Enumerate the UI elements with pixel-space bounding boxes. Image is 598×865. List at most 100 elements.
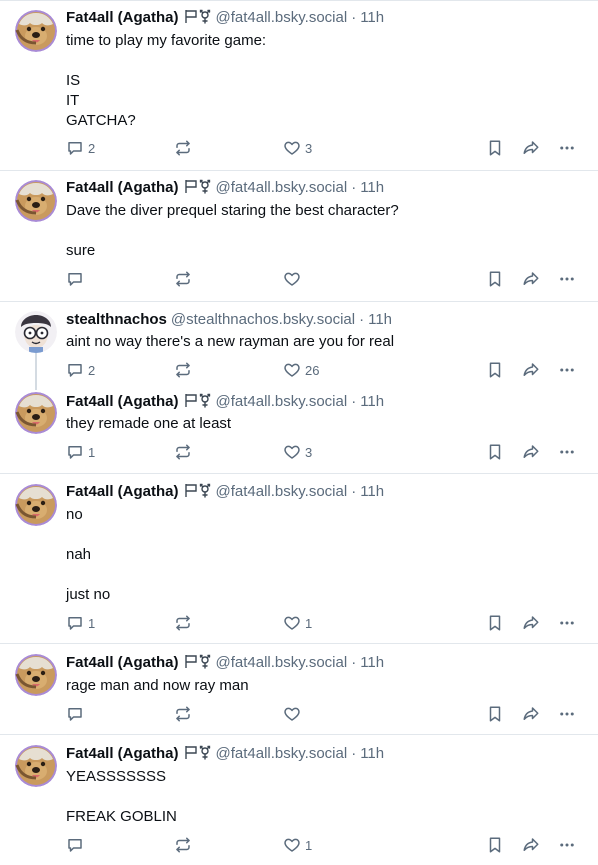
like-button[interactable]: 1: [283, 835, 312, 855]
share-button[interactable]: [522, 613, 540, 633]
dog-avatar[interactable]: [15, 10, 57, 52]
post-4[interactable]: Fat4all (Agatha) @fat4all.bsky.social · 11h…: [0, 473, 598, 643]
like-button[interactable]: 1: [283, 613, 312, 633]
post-0[interactable]: Fat4all (Agatha) @fat4all.bsky.social · 11h…: [0, 0, 598, 170]
like-button[interactable]: 3: [283, 442, 312, 462]
reply-button[interactable]: 1: [66, 613, 95, 633]
share-button[interactable]: [522, 835, 540, 855]
flair: [184, 179, 212, 199]
heart-icon: [283, 270, 301, 288]
bookmark-button[interactable]: [486, 835, 504, 855]
reply-button[interactable]: 2: [66, 138, 95, 158]
dog-avatar[interactable]: [15, 654, 57, 696]
timestamp[interactable]: 11h: [360, 393, 384, 410]
like-button[interactable]: 3: [283, 138, 312, 158]
more-options-button[interactable]: [558, 269, 576, 289]
dog-avatar[interactable]: [15, 484, 57, 526]
timestamp[interactable]: 11h: [360, 9, 384, 26]
reply-button[interactable]: 2: [66, 360, 95, 380]
handle[interactable]: @fat4all.bsky.social: [216, 654, 348, 671]
reply-icon: [66, 361, 84, 379]
like-button[interactable]: [283, 269, 301, 289]
handle[interactable]: @fat4all.bsky.social: [216, 483, 348, 500]
post-feed: Fat4all (Agatha) @fat4all.bsky.social · 11h…: [0, 0, 598, 865]
handle[interactable]: @fat4all.bsky.social: [216, 393, 348, 410]
dog-avatar[interactable]: [15, 745, 57, 787]
dog-avatar[interactable]: [15, 392, 57, 434]
more-icon: [558, 614, 576, 632]
handle[interactable]: @fat4all.bsky.social: [216, 179, 348, 196]
display-name[interactable]: Fat4all (Agatha): [66, 745, 179, 762]
handle[interactable]: @fat4all.bsky.social: [216, 745, 348, 762]
share-button[interactable]: [522, 138, 540, 158]
share-icon: [522, 614, 540, 632]
reply-icon: [66, 705, 84, 723]
bookmark-button[interactable]: [486, 442, 504, 462]
post-2[interactable]: stealthnachos @stealthnachos.bsky.social ·…: [0, 301, 598, 385]
like-button[interactable]: 26: [283, 360, 319, 380]
gender-symbol-icon: [199, 483, 211, 498]
reply-button[interactable]: [66, 835, 84, 855]
dog-avatar[interactable]: [15, 180, 57, 222]
display-name[interactable]: Fat4all (Agatha): [66, 654, 179, 671]
bookmark-icon: [486, 443, 504, 461]
bookmark-button[interactable]: [486, 138, 504, 158]
repost-button[interactable]: [174, 835, 192, 855]
share-button[interactable]: [522, 704, 540, 724]
bookmark-button[interactable]: [486, 269, 504, 289]
repost-button[interactable]: [174, 138, 192, 158]
display-name[interactable]: stealthnachos: [66, 311, 167, 328]
post-actions: 23: [0, 138, 598, 158]
display-name[interactable]: Fat4all (Agatha): [66, 179, 179, 196]
like-button[interactable]: [283, 704, 301, 724]
timestamp[interactable]: 11h: [360, 745, 384, 762]
flair: [184, 745, 212, 765]
timestamp[interactable]: 11h: [360, 483, 384, 500]
reply-button[interactable]: 1: [66, 442, 95, 462]
repost-button[interactable]: [174, 360, 192, 380]
more-options-button[interactable]: [558, 835, 576, 855]
post-3[interactable]: Fat4all (Agatha) @fat4all.bsky.social · 11h…: [0, 385, 598, 473]
more-options-button[interactable]: [558, 138, 576, 158]
timestamp[interactable]: 11h: [368, 311, 392, 328]
share-button[interactable]: [522, 442, 540, 462]
repost-button[interactable]: [174, 269, 192, 289]
bookmark-button[interactable]: [486, 704, 504, 724]
cartoon-glasses-avatar[interactable]: [15, 311, 57, 353]
post-text: Dave the diver prequel staring the best …: [66, 202, 399, 259]
display-name[interactable]: Fat4all (Agatha): [66, 9, 179, 26]
bookmark-button[interactable]: [486, 613, 504, 633]
like-count: 3: [305, 140, 313, 156]
display-name[interactable]: Fat4all (Agatha): [66, 483, 179, 500]
timestamp[interactable]: 11h: [360, 654, 384, 671]
post-text: rage man and now ray man: [66, 677, 249, 694]
display-name[interactable]: Fat4all (Agatha): [66, 393, 179, 410]
post-5[interactable]: Fat4all (Agatha) @fat4all.bsky.social · 11h…: [0, 643, 598, 734]
post-6[interactable]: Fat4all (Agatha) @fat4all.bsky.social · 11h…: [0, 734, 598, 865]
bookmark-button[interactable]: [486, 360, 504, 380]
repost-button[interactable]: [174, 613, 192, 633]
repost-button[interactable]: [174, 704, 192, 724]
reply-button[interactable]: [66, 704, 84, 724]
handle[interactable]: @stealthnachos.bsky.social: [171, 311, 355, 328]
flag-icon: [184, 654, 198, 669]
share-button[interactable]: [522, 360, 540, 380]
more-options-button[interactable]: [558, 704, 576, 724]
more-options-button[interactable]: [558, 442, 576, 462]
bookmark-icon: [486, 270, 504, 288]
repost-button[interactable]: [174, 442, 192, 462]
bookmark-icon: [486, 361, 504, 379]
share-button[interactable]: [522, 269, 540, 289]
share-icon: [522, 270, 540, 288]
reply-icon: [66, 443, 84, 461]
flair: [184, 654, 212, 674]
flair: [184, 483, 212, 503]
post-1[interactable]: Fat4all (Agatha) @fat4all.bsky.social · 11h…: [0, 170, 598, 301]
flag-icon: [184, 393, 198, 408]
more-options-button[interactable]: [558, 360, 576, 380]
timestamp[interactable]: 11h: [360, 179, 384, 196]
handle[interactable]: @fat4all.bsky.social: [216, 9, 348, 26]
heart-icon: [283, 361, 301, 379]
more-options-button[interactable]: [558, 613, 576, 633]
reply-button[interactable]: [66, 269, 84, 289]
